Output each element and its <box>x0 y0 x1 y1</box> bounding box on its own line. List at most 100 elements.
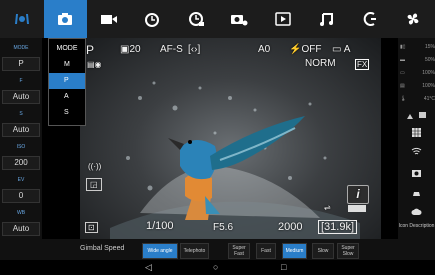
mode-dropdown-title: MODE <box>56 45 78 52</box>
osd-image-stab-value: A <box>343 44 351 55</box>
gimbal-fast-button[interactable]: Fast <box>256 243 276 259</box>
stat-temperature-value: 41°C <box>423 96 435 102</box>
capture-button[interactable] <box>398 164 435 180</box>
tab-reverse[interactable] <box>348 0 392 38</box>
wifi-icon <box>411 147 422 154</box>
stat-bars: ▬ 50% <box>400 57 435 63</box>
system-nav-bar: ◁ ○ □ <box>0 260 435 275</box>
camera-swap-button[interactable] <box>398 184 435 200</box>
mode-value[interactable]: P <box>2 57 40 71</box>
top-tab-bar <box>0 0 435 38</box>
stat-battery-value: 100% <box>422 70 435 76</box>
wifi-button[interactable] <box>398 143 435 159</box>
music-icon <box>320 13 334 26</box>
capture-icon <box>412 169 421 177</box>
osd-flash-value: OFF <box>301 44 322 55</box>
wb-value[interactable]: Auto <box>2 222 40 236</box>
stat-temperature: 🌡 41°C <box>400 96 435 102</box>
left-parameter-panel: MODE P F Auto S Auto ISO 200 EV 0 WB Aut… <box>0 38 42 239</box>
multi-camera-icon <box>14 14 29 24</box>
camera-swap-icon <box>412 191 421 196</box>
live-view[interactable]: P ▣20 AF-S [‹›] A0 ⚡OFF ▭ A NORM FX ▤◉ (… <box>80 38 381 239</box>
upload-button[interactable] <box>398 204 435 220</box>
grid-icon <box>412 127 421 137</box>
tab-fan[interactable] <box>392 0 435 38</box>
osd-remaining-shots: [31.9k] <box>318 220 358 234</box>
playback-icon <box>275 12 291 26</box>
stat-signal-value: 15% <box>424 44 435 50</box>
upload-icon <box>411 208 422 215</box>
tab-camera-settings[interactable] <box>218 0 262 38</box>
osd-metering: A0 <box>258 44 271 55</box>
gimbal-slow-button[interactable]: Slow <box>312 243 334 259</box>
info-button[interactable]: i <box>347 185 369 204</box>
frame-icon: ◲ <box>86 178 102 191</box>
tab-timer[interactable] <box>131 0 175 38</box>
gimbal-wide-angle-button[interactable]: Wide angle <box>142 243 178 259</box>
tab-multi-camera[interactable] <box>0 0 44 38</box>
osd-picture-control: NORM <box>305 58 336 69</box>
stat-storage: ▤ 100% <box>400 83 435 89</box>
stat-signal: ▮▯ 15% <box>400 44 435 50</box>
battery-level-icon <box>348 205 366 212</box>
bars-icon: ▬ <box>400 57 405 63</box>
gimbal-speed-label: Gimbal Speed <box>80 245 125 252</box>
back-icon[interactable]: ◁ <box>145 262 152 273</box>
mode-option-p[interactable]: P <box>49 73 85 89</box>
mode-label: MODE <box>13 45 29 51</box>
storage-icon: ▤ <box>400 83 405 89</box>
tab-camera[interactable] <box>43 0 87 38</box>
gimbal-telephoto-button[interactable]: Telephoto <box>180 243 209 259</box>
ev-label: EV <box>17 177 25 183</box>
gimbal-super-slow-button[interactable]: Super Slow <box>337 243 359 259</box>
stat-bars-value: 50% <box>424 57 435 63</box>
aperture-value[interactable]: Auto <box>2 90 40 104</box>
tab-music[interactable] <box>305 0 349 38</box>
grid-toggle-button[interactable] <box>398 124 435 140</box>
video-icon <box>100 15 117 24</box>
wb-label: WB <box>16 210 26 216</box>
osd-focus-mode: AF-S <box>160 44 183 55</box>
thermometer-icon: 🌡 <box>400 96 407 102</box>
mode-option-a[interactable]: A <box>49 89 85 105</box>
camera-mode-icon: ▤◉ <box>87 60 102 69</box>
reverse-icon <box>363 12 376 26</box>
right-status-panel: ▮▯ 15% ▬ 50% ▭ 100% ▤ 100% 🌡 41°C Icon Descri… <box>398 38 435 239</box>
stat-battery: ▭ 100% <box>400 70 435 76</box>
osd-iso: 2000 <box>278 221 303 233</box>
gimbal-speed-bar: Gimbal Speed Wide angle Telephoto Super … <box>0 239 435 260</box>
mode-option-s[interactable]: S <box>49 105 85 121</box>
osd-flash: ⚡OFF <box>289 44 322 55</box>
gimbal-medium-button[interactable]: Medium <box>282 243 307 259</box>
shooting-mode-icons <box>398 108 435 120</box>
battery-icon: ▭ <box>400 70 405 76</box>
iso-value[interactable]: 200 <box>2 156 40 170</box>
timer-icon <box>145 13 160 27</box>
focus-point-icon: ⊡ <box>85 222 98 233</box>
ev-value[interactable]: 0 <box>2 189 40 203</box>
osd-mode: P <box>86 43 95 57</box>
fan-icon <box>407 13 419 25</box>
osd-quality: ▣20 <box>120 44 141 55</box>
aperture-label: F <box>19 78 23 84</box>
tab-video[interactable] <box>87 0 131 38</box>
mode-dropdown: MODE M P A S <box>48 38 86 126</box>
vr-icon: ((·)) <box>88 162 102 171</box>
recent-apps-icon[interactable]: □ <box>281 262 286 272</box>
tab-playback[interactable] <box>261 0 305 38</box>
camera-icon <box>58 13 73 25</box>
flash-mode-icon <box>418 111 426 118</box>
shutter-label: S <box>19 111 23 117</box>
camera-settings-icon <box>231 15 248 26</box>
icon-description-button[interactable]: Icon Description <box>398 223 435 229</box>
osd-quality-value: 20 <box>129 44 141 55</box>
gimbal-super-fast-button[interactable]: Super Fast <box>228 243 250 259</box>
mode-option-m[interactable]: M <box>49 57 85 73</box>
osd-fx: FX <box>355 59 370 70</box>
shutter-value[interactable]: Auto <box>2 123 40 137</box>
stat-storage-value: 100% <box>422 83 435 89</box>
home-icon[interactable]: ○ <box>213 262 218 272</box>
tab-interval-timer[interactable] <box>174 0 218 38</box>
osd-aperture: F5.6 <box>213 222 234 233</box>
osd-shutter: 1/100 <box>146 220 174 232</box>
